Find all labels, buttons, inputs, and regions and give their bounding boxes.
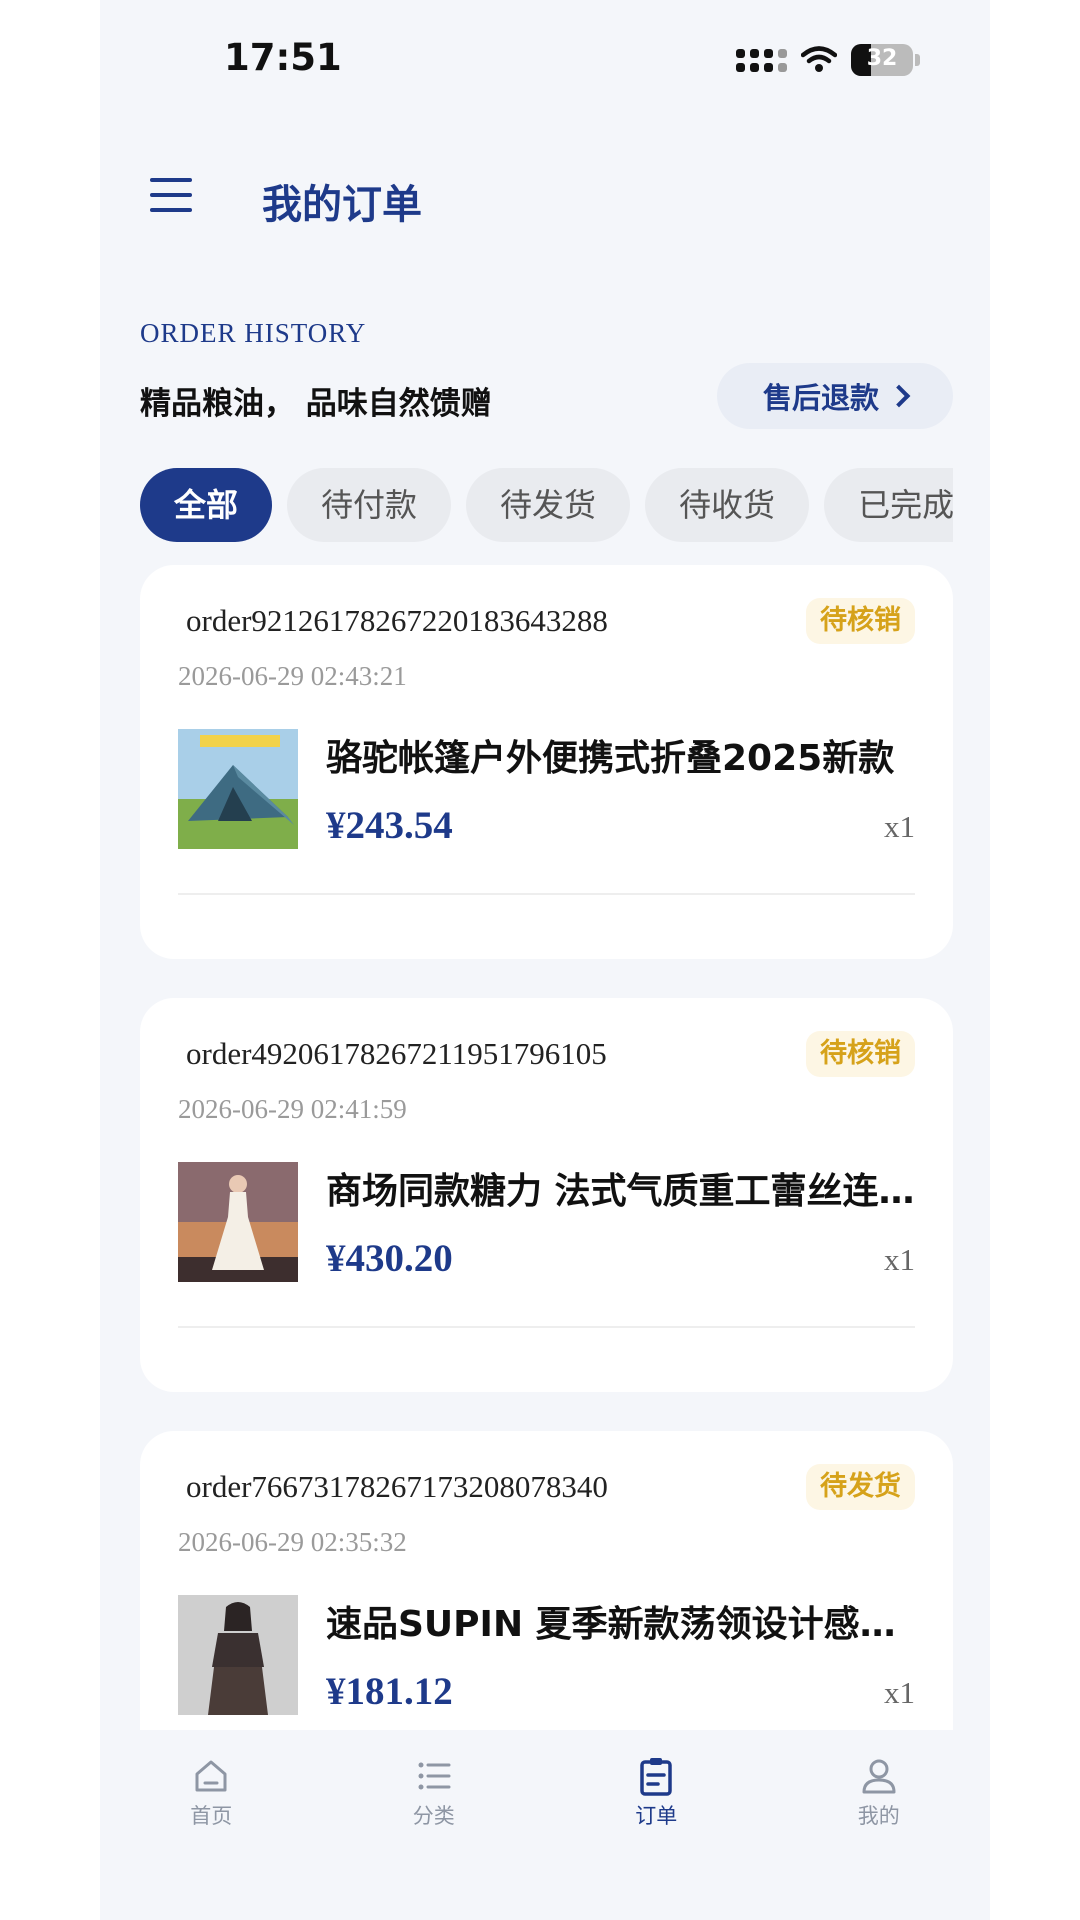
product-quantity: x1	[884, 1675, 915, 1710]
order-number: order76673178267173208078340	[186, 1469, 608, 1504]
tab-all[interactable]: 全部	[140, 468, 273, 542]
nav-home-label: 首页	[190, 1804, 233, 1828]
menu-icon[interactable]	[150, 178, 192, 212]
order-time: 2026-06-29 02:35:32	[178, 1527, 407, 1557]
order-card[interactable]: order76673178267173208078340 待发货 2026-06…	[140, 1431, 953, 1730]
list-icon	[418, 1762, 451, 1790]
tab-pending-shipment[interactable]: 待发货	[466, 468, 631, 542]
battery-tip	[915, 54, 920, 66]
battery-level: 32	[866, 46, 898, 71]
status-badge: 待核销	[806, 1031, 915, 1077]
product-quantity: x1	[884, 1242, 915, 1277]
refund-label: 售后退款	[762, 381, 879, 415]
nav-category[interactable]: 分类	[323, 1730, 546, 1920]
user-icon	[862, 1759, 896, 1794]
wifi-icon	[801, 46, 837, 72]
tab-pending-receipt[interactable]: 待收货	[645, 468, 810, 542]
order-card[interactable]: order92126178267220183643288 待核销 2026-06…	[140, 565, 953, 959]
status-badge: 待发货	[806, 1464, 915, 1510]
tab-pending-payment[interactable]: 待付款	[287, 468, 452, 542]
tab-completed[interactable]: 已完成	[824, 468, 953, 542]
order-card[interactable]: order49206178267211951796105 待核销 2026-06…	[140, 998, 953, 1392]
product-name[interactable]: 骆驼帐篷户外便携式折叠2025新款	[326, 729, 916, 781]
product-price: ¥181.12	[326, 1670, 453, 1713]
order-number: order49206178267211951796105	[186, 1036, 607, 1071]
product-price: ¥243.54	[326, 804, 453, 847]
order-time: 2026-06-29 02:43:21	[178, 661, 407, 691]
order-status-tabs: 全部 待付款 待发货 待收货 已完成	[140, 468, 953, 542]
nav-home[interactable]: 首页	[100, 1730, 323, 1920]
page-title: 我的订单	[262, 182, 422, 228]
after-sales-refund-button[interactable]: 售后退款	[717, 363, 953, 429]
clipboard-icon	[640, 1758, 672, 1796]
slogan: 精品粮油， 品味自然馈赠	[140, 386, 492, 422]
card-divider	[178, 893, 915, 895]
nav-orders[interactable]: 订单	[545, 1730, 768, 1920]
card-divider	[178, 1326, 915, 1328]
battery-icon: 32	[851, 44, 913, 76]
product-image-tent[interactable]	[178, 729, 298, 849]
nav-profile[interactable]: 我的	[768, 1730, 991, 1920]
home-icon	[195, 1760, 227, 1792]
product-image-top[interactable]	[178, 1595, 298, 1715]
status-icons: 32	[736, 44, 920, 76]
status-badge: 待核销	[806, 598, 915, 644]
cellular-signal-icon	[736, 48, 787, 72]
order-number: order92126178267220183643288	[186, 603, 608, 638]
chevron-right-icon	[887, 384, 911, 408]
bottom-navigation: 首页 分类 订单 我的	[100, 1730, 990, 1920]
order-time: 2026-06-29 02:41:59	[178, 1094, 407, 1124]
product-price: ¥430.20	[326, 1237, 453, 1280]
order-history-eyebrow: ORDER HISTORY	[140, 318, 367, 348]
nav-profile-label: 我的	[857, 1804, 900, 1828]
nav-orders-label: 订单	[635, 1804, 678, 1828]
product-quantity: x1	[884, 809, 915, 844]
status-time: 17:51	[224, 36, 342, 79]
order-list[interactable]: order92126178267220183643288 待核销 2026-06…	[100, 565, 990, 1730]
product-name[interactable]: 商场同款糖力 法式气质重工蕾丝连衣裙	[326, 1162, 916, 1214]
app-screen: 17:51 32 我的订单 ORDER HISTORY 精品粮油， 品味自然馈赠…	[100, 0, 990, 1920]
nav-category-label: 分类	[412, 1804, 455, 1828]
product-name[interactable]: 速品SUPIN 夏季新款荡领设计感上衣	[326, 1595, 916, 1647]
product-image-dress[interactable]	[178, 1162, 298, 1282]
